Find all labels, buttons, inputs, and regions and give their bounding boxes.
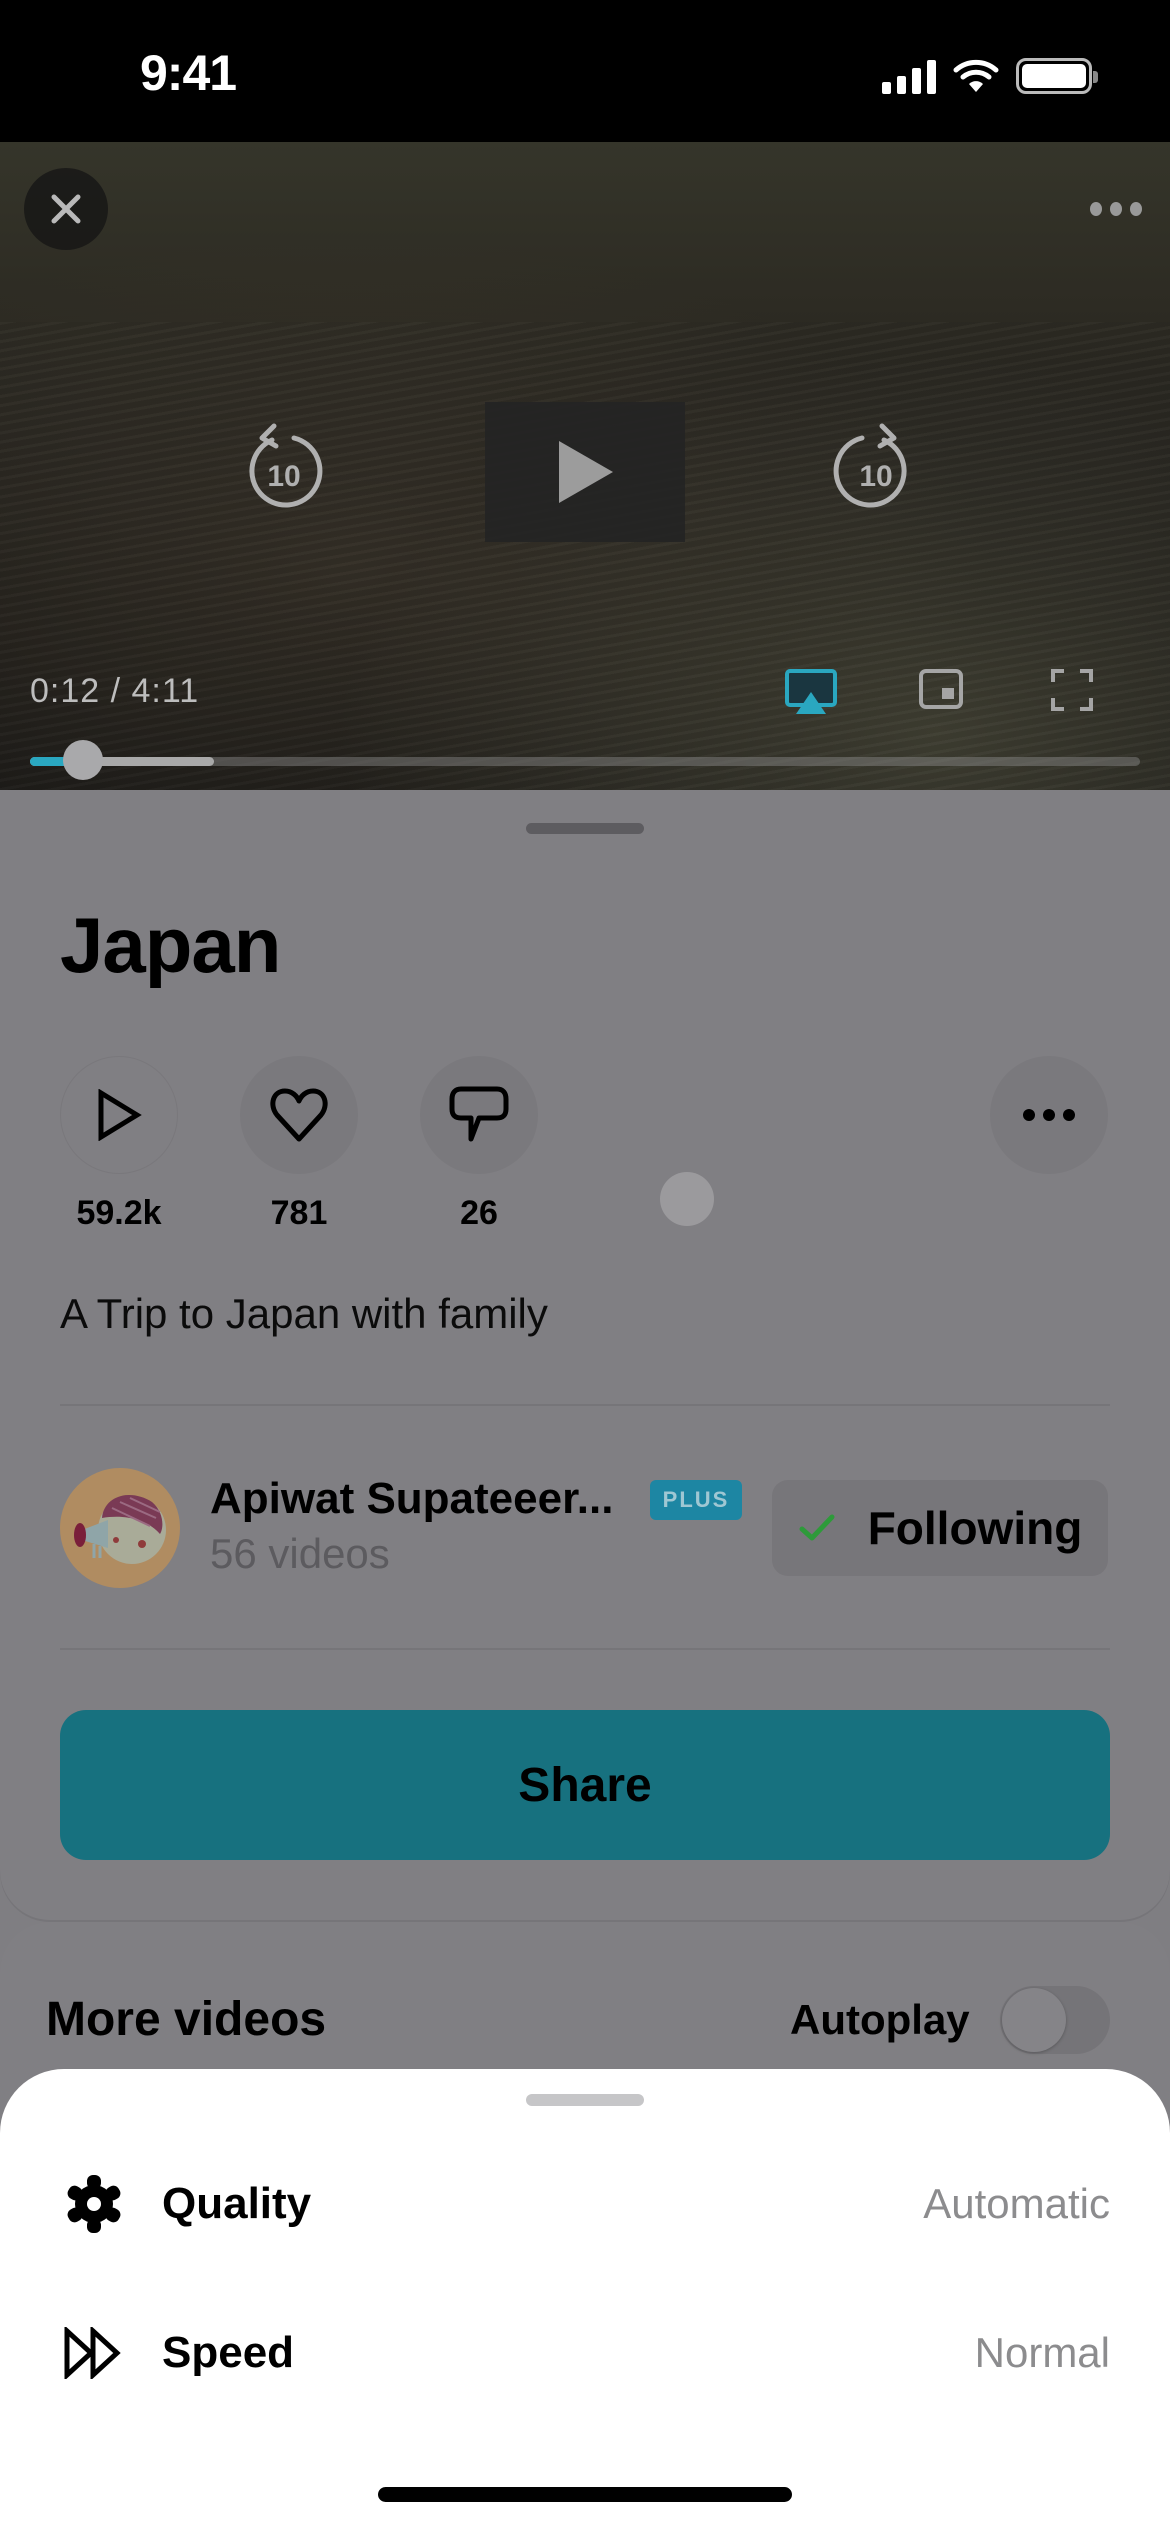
author-avatar[interactable]	[60, 1468, 180, 1588]
skip-back-label: 10	[267, 460, 300, 493]
picture-in-picture-icon[interactable]	[918, 668, 966, 712]
home-indicator[interactable]	[378, 2487, 792, 2502]
more-dot	[1063, 1109, 1075, 1121]
fast-forward-icon	[62, 2321, 126, 2385]
speed-value: Normal	[974, 2329, 1110, 2376]
skip-back-10-icon[interactable]: 10	[248, 420, 338, 516]
quality-label: Quality	[162, 2179, 312, 2228]
more-options-button[interactable]	[990, 1056, 1108, 1174]
more-dot	[1023, 1109, 1035, 1121]
comments-count: 26	[460, 1194, 498, 1232]
wifi-icon	[953, 59, 999, 92]
likes-count: 781	[270, 1194, 328, 1232]
video-player[interactable]: 10 10 0:12 / 4:11	[0, 142, 1170, 798]
status-icons	[882, 58, 1098, 94]
speed-label: Speed	[162, 2328, 295, 2377]
plays-count: 59.2k	[76, 1194, 162, 1232]
quality-value: Automatic	[923, 2180, 1110, 2227]
sheet-drag-handle[interactable]	[526, 2094, 644, 2106]
share-label: Share	[518, 1758, 652, 1812]
autoplay-toggle[interactable]	[1000, 1986, 1110, 2054]
video-title: Japan	[60, 901, 281, 989]
touch-indicator	[660, 1172, 714, 1226]
following-label: Following	[867, 1502, 1083, 1554]
fullscreen-icon[interactable]	[1050, 668, 1094, 712]
progress-thumb[interactable]	[63, 740, 104, 780]
avatar-illustration	[74, 1495, 166, 1564]
toggle-knob	[1002, 1988, 1066, 2052]
autoplay-label: Autoplay	[790, 1996, 970, 2043]
cellular-signal-icon	[882, 58, 936, 94]
status-bar: 9:41	[0, 0, 1170, 142]
more-dot	[1043, 1109, 1055, 1121]
play-icon	[98, 1089, 142, 1141]
share-button[interactable]: Share	[60, 1710, 1110, 1860]
checkmark-icon	[799, 1514, 835, 1541]
quality-row[interactable]: Quality Automatic	[0, 2154, 1170, 2254]
divider	[60, 1648, 1110, 1650]
status-time: 9:41	[140, 45, 237, 101]
plus-badge: PLUS	[650, 1480, 742, 1520]
battery-icon	[1016, 58, 1098, 94]
skip-forward-label: 10	[859, 460, 892, 493]
close-button[interactable]	[24, 168, 108, 250]
more-videos-title: More videos	[46, 1993, 327, 2046]
divider	[60, 1404, 1110, 1406]
stat-comments[interactable]: 26	[420, 1056, 538, 1233]
heart-icon	[270, 1088, 328, 1142]
settings-sheet: Quality Automatic Speed Normal	[0, 2069, 1170, 2532]
comment-icon	[449, 1086, 509, 1142]
close-icon	[51, 194, 81, 224]
video-description: A Trip to Japan with family	[60, 1290, 548, 1337]
play-button[interactable]	[485, 402, 685, 542]
playback-time: 0:12 / 4:11	[30, 672, 200, 710]
stat-likes[interactable]: 781	[240, 1056, 358, 1233]
following-button[interactable]: Following	[772, 1480, 1108, 1576]
airplay-icon[interactable]	[784, 668, 838, 716]
play-icon	[559, 441, 613, 503]
author-name[interactable]: Apiwat Supateeer...	[210, 1474, 613, 1524]
skip-forward-10-icon[interactable]: 10	[830, 420, 920, 516]
more-horizontal-icon[interactable]	[1090, 202, 1142, 216]
author-video-count: 56 videos	[210, 1530, 390, 1577]
speed-row[interactable]: Speed Normal	[0, 2303, 1170, 2403]
progress-bar[interactable]	[30, 757, 1140, 766]
gear-icon	[62, 2172, 126, 2236]
drag-handle[interactable]	[526, 823, 644, 834]
stat-plays[interactable]: 59.2k	[60, 1056, 178, 1233]
